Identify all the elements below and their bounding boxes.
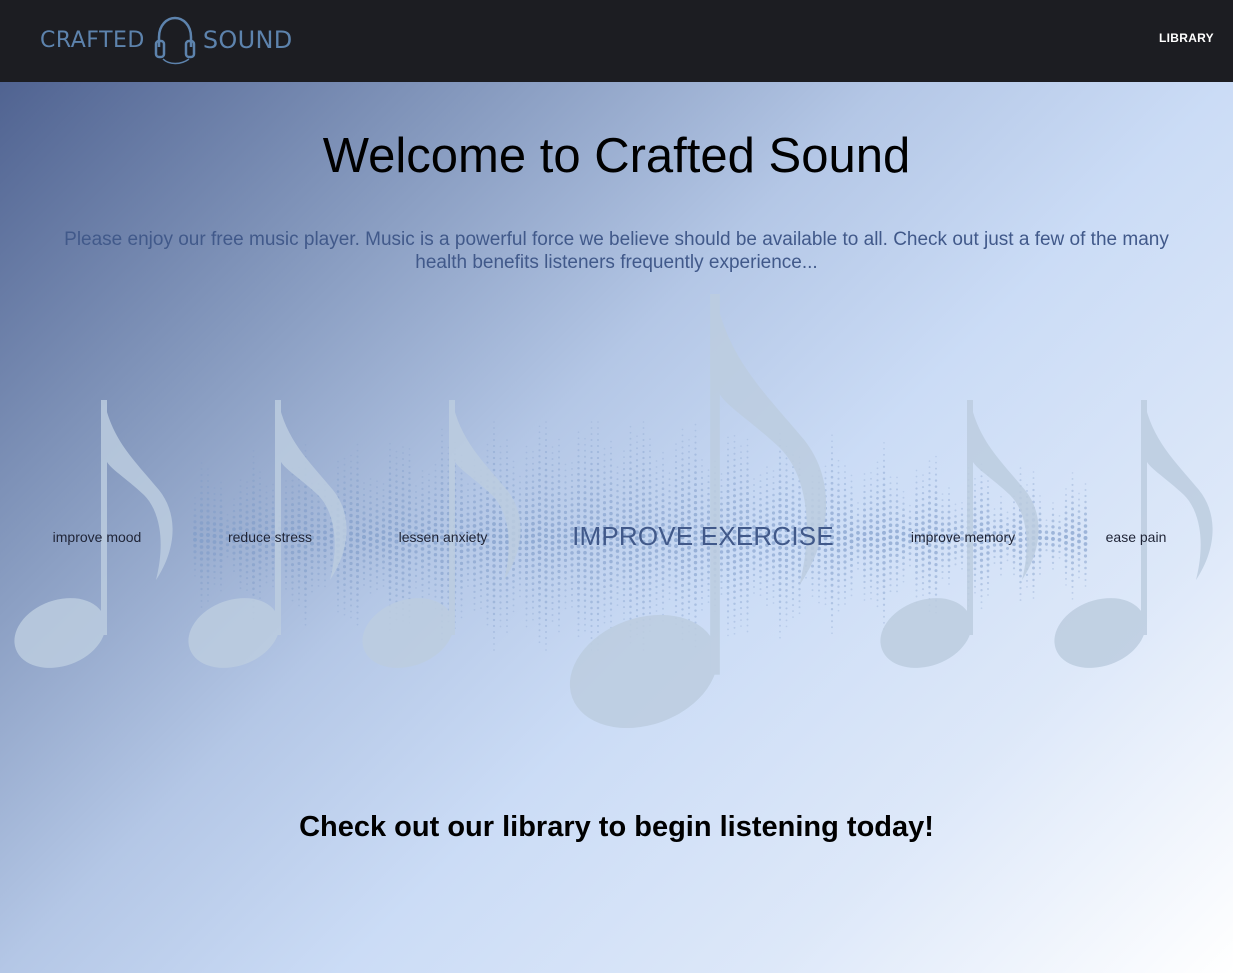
benefit-improve-exercise: IMPROVE EXERCISE	[572, 521, 834, 551]
equalizer-dot-column	[537, 425, 542, 644]
equalizer-dot-column	[544, 421, 548, 651]
nav-library-link[interactable]: LIBRARY	[1159, 31, 1214, 45]
benefit-ease-pain: ease pain	[1105, 529, 1167, 545]
benefit-improve-mood: improve mood	[52, 529, 142, 545]
top-navbar: CRAFTED SOUND LIBRARY	[0, 0, 1233, 82]
brand-logo[interactable]: CRAFTED SOUND	[40, 14, 292, 66]
logo-word-crafted: CRAFTED	[40, 27, 145, 53]
library-cta: Check out our library to begin listening…	[299, 811, 934, 843]
equalizer-dot-column	[856, 502, 860, 570]
benefit-lessen-anxiety: lessen anxiety	[398, 529, 488, 545]
intro-text: Please enjoy our free music player. Musi…	[64, 229, 1169, 273]
benefit-improve-memory: improve memory	[910, 529, 1016, 545]
equalizer-dot-column	[862, 473, 867, 601]
benefit-reduce-stress: reduce stress	[227, 529, 313, 545]
logo-word-sound: SOUND	[202, 26, 293, 54]
headphones-icon	[154, 16, 196, 65]
hero-section: Welcome to Crafted Sound Please enjoy ou…	[0, 82, 1233, 973]
page-title: Welcome to Crafted Sound	[322, 129, 911, 183]
